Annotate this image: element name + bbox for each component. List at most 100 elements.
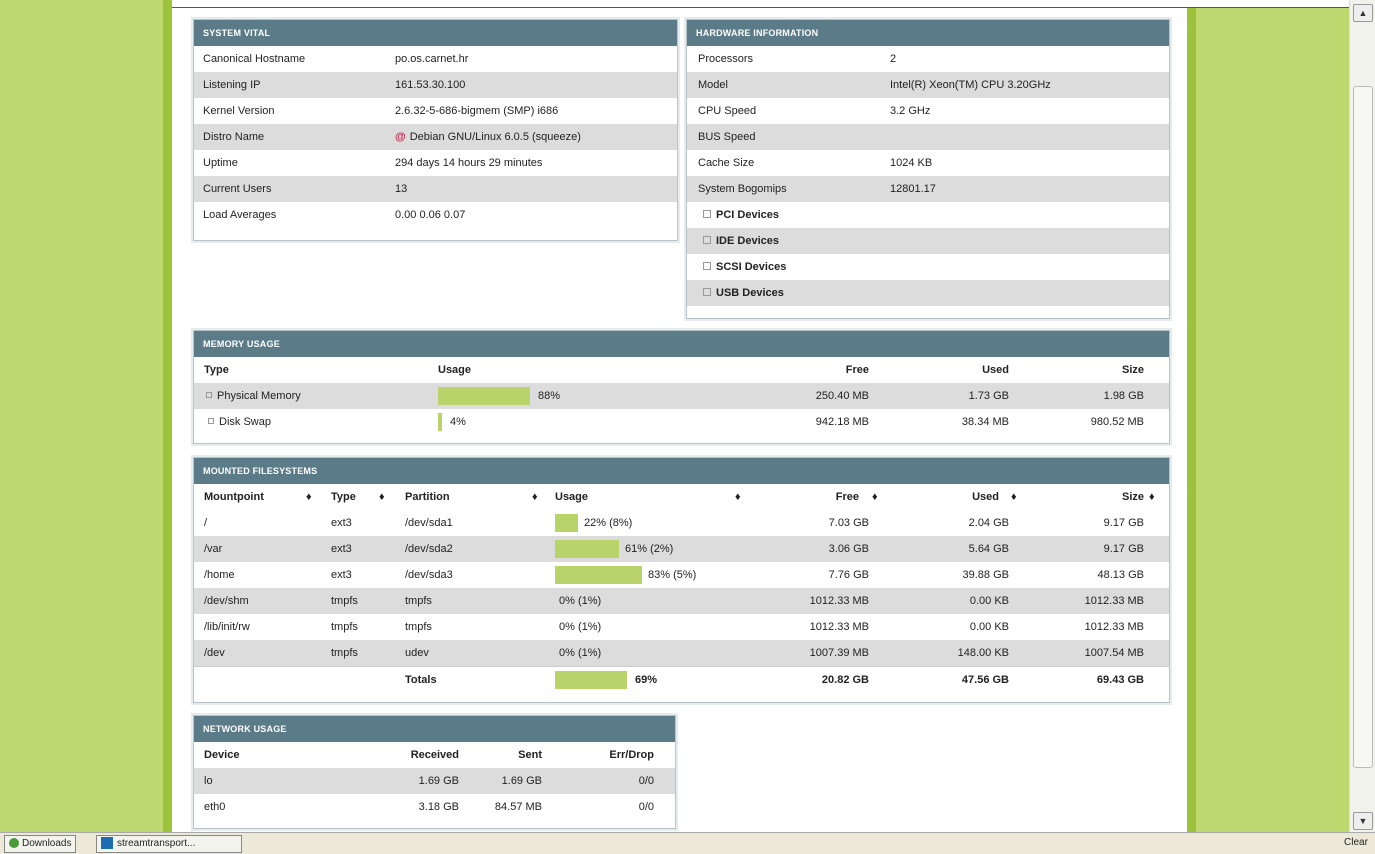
- sort-icon[interactable]: ♦: [1149, 484, 1155, 510]
- hardware-device-row[interactable]: IDE Devices: [687, 228, 1169, 254]
- fs-totals-usage: 69%: [635, 674, 658, 686]
- memory-usage-text: 88%: [538, 390, 561, 402]
- table-row: lo 1.69 GB 1.69 GB 0/0: [194, 768, 675, 794]
- page-background-left: [0, 0, 163, 832]
- system-vital-label: Current Users: [203, 183, 272, 195]
- hardware-row: CPU Speed 3.2 GHz: [687, 98, 1169, 124]
- hardware-title: HARDWARE INFORMATION: [687, 20, 1169, 46]
- system-vital-value: 294 days 14 hours 29 minutes: [395, 150, 542, 176]
- memory-header-type[interactable]: Type: [204, 357, 229, 383]
- system-vital-value: @ Debian GNU/Linux 6.0.5 (squeeze): [395, 124, 581, 150]
- table-row: /dev tmpfs udev 0% (1%) 1007.39 MB 148.00 KB 1…: [194, 640, 1169, 666]
- expand-icon[interactable]: [703, 288, 711, 297]
- system-vital-value-text: 161.53.30.100: [395, 79, 466, 91]
- fs-header-partition[interactable]: Partition: [405, 484, 450, 510]
- clear-label: Clear: [1344, 837, 1368, 848]
- system-vital-value-text: 13: [395, 183, 408, 195]
- system-vital-row: Canonical Hostname po.os.carnet.hr: [194, 46, 677, 72]
- debian-logo-icon: @: [395, 131, 406, 143]
- expand-icon[interactable]: [703, 262, 711, 271]
- fs-usage-text: 61% (2%): [625, 543, 674, 555]
- memory-size: 980.52 MB: [1090, 416, 1144, 428]
- expand-icon[interactable]: [703, 210, 711, 219]
- memory-title: MEMORY USAGE: [194, 331, 1169, 357]
- system-vital-title: SYSTEM VITAL: [194, 20, 677, 46]
- vertical-scrollbar[interactable]: ▲ ▼: [1349, 0, 1375, 832]
- scroll-thumb[interactable]: [1353, 86, 1373, 768]
- table-row: /var ext3/dev/sda2 61% (2%) 3.06 GB 5.64 GB 9…: [194, 536, 1169, 562]
- hardware-device-row[interactable]: USB Devices: [687, 280, 1169, 306]
- sort-icon[interactable]: ♦: [735, 484, 741, 510]
- memory-header-used[interactable]: Used: [904, 357, 1009, 383]
- memory-row: Disk Swap 4% 942.18 MB 38.34 MB 980.52 MB: [194, 409, 1169, 435]
- memory-used: 1.73 GB: [968, 390, 1009, 402]
- memory-usage-text: 4%: [450, 416, 466, 428]
- net-device: lo: [204, 775, 213, 787]
- fs-header-mountpoint[interactable]: Mountpoint: [204, 484, 264, 510]
- system-vital-row: Listening IP 161.53.30.100: [194, 72, 677, 98]
- sort-icon[interactable]: ♦: [306, 484, 312, 510]
- net-header-received[interactable]: Received: [374, 742, 459, 768]
- fs-usage-bar: [555, 514, 578, 532]
- fs-header-free[interactable]: Free: [764, 484, 859, 510]
- sort-icon[interactable]: ♦: [379, 484, 385, 510]
- memory-type[interactable]: Physical Memory: [206, 383, 301, 409]
- fs-free: 1007.39 MB: [809, 647, 869, 659]
- page-background-right: [1196, 0, 1349, 832]
- hardware-device-row[interactable]: SCSI Devices: [687, 254, 1169, 280]
- device-label: IDE Devices: [716, 235, 779, 247]
- memory-header-size[interactable]: Size: [1039, 357, 1144, 383]
- fs-mountpoint: /home: [204, 569, 235, 581]
- fs-free: 1012.33 MB: [809, 595, 869, 607]
- net-header-device[interactable]: Device: [204, 742, 239, 768]
- fs-header-size[interactable]: Size: [1039, 484, 1144, 510]
- device-toggle[interactable]: USB Devices: [703, 280, 784, 306]
- download-item-button[interactable]: streamtransport...: [96, 835, 242, 853]
- fs-header-type[interactable]: Type: [331, 484, 356, 510]
- net-header-sent[interactable]: Sent: [474, 742, 542, 768]
- downloads-button[interactable]: Downloads: [4, 835, 77, 853]
- memory-header-usage[interactable]: Usage: [438, 357, 471, 383]
- memory-header-free[interactable]: Free: [764, 357, 869, 383]
- sort-icon[interactable]: ♦: [1011, 484, 1017, 510]
- fs-usage-text: 0% (1%): [559, 647, 602, 659]
- sort-icon[interactable]: ♦: [532, 484, 538, 510]
- device-toggle[interactable]: SCSI Devices: [703, 254, 786, 280]
- fs-totals-usage-bar: [555, 671, 627, 689]
- hardware-label: Cache Size: [698, 157, 755, 169]
- fs-usage-text: 22% (8%): [584, 517, 633, 529]
- fs-type: tmpfs: [331, 621, 358, 633]
- fs-type: ext3: [331, 569, 352, 581]
- fs-partition: udev: [405, 647, 429, 659]
- hardware-rows: Processors 2 Model Intel(R) Xeon(TM) CPU 3.…: [687, 46, 1169, 306]
- net-header-errdrop[interactable]: Err/Drop: [569, 742, 654, 768]
- expand-icon[interactable]: [703, 236, 711, 245]
- memory-usage-bar: [438, 413, 442, 431]
- fs-mountpoint: /dev/shm: [204, 595, 249, 607]
- memory-row: Physical Memory 88% 250.40 MB 1.73 GB 1.98 G…: [194, 383, 1169, 409]
- hardware-device-row[interactable]: PCI Devices: [687, 202, 1169, 228]
- memory-type-label: Disk Swap: [219, 416, 271, 428]
- sort-icon[interactable]: ♦: [872, 484, 878, 510]
- clear-button[interactable]: Clear: [1340, 835, 1372, 851]
- fs-header-used[interactable]: Used: [904, 484, 999, 510]
- table-row: /lib/init/rw tmpfs tmpfs 0% (1%) 1012.33 MB 0…: [194, 614, 1169, 640]
- device-toggle[interactable]: IDE Devices: [703, 228, 779, 254]
- system-vital-value: 2.6.32-5-686-bigmem (SMP) i686: [395, 98, 558, 124]
- expand-icon[interactable]: [206, 392, 212, 399]
- memory-free: 250.40 MB: [815, 390, 869, 402]
- fs-header-usage[interactable]: Usage: [555, 484, 588, 510]
- fs-totals-used: 47.56 GB: [961, 674, 1009, 686]
- fs-free: 3.06 GB: [828, 543, 869, 555]
- device-toggle[interactable]: PCI Devices: [703, 202, 779, 228]
- memory-type[interactable]: Disk Swap: [208, 409, 271, 435]
- fs-totals-size: 69.43 GB: [1096, 674, 1144, 686]
- fs-free: 7.76 GB: [828, 569, 869, 581]
- scroll-up-icon[interactable]: ▲: [1353, 4, 1373, 22]
- scroll-down-icon[interactable]: ▼: [1353, 812, 1373, 830]
- system-vital-label: Canonical Hostname: [203, 53, 306, 65]
- expand-icon[interactable]: [208, 418, 214, 425]
- system-vital-label: Distro Name: [203, 131, 265, 143]
- fs-mountpoint: /var: [204, 543, 223, 555]
- system-vital-row: Current Users 13: [194, 176, 677, 202]
